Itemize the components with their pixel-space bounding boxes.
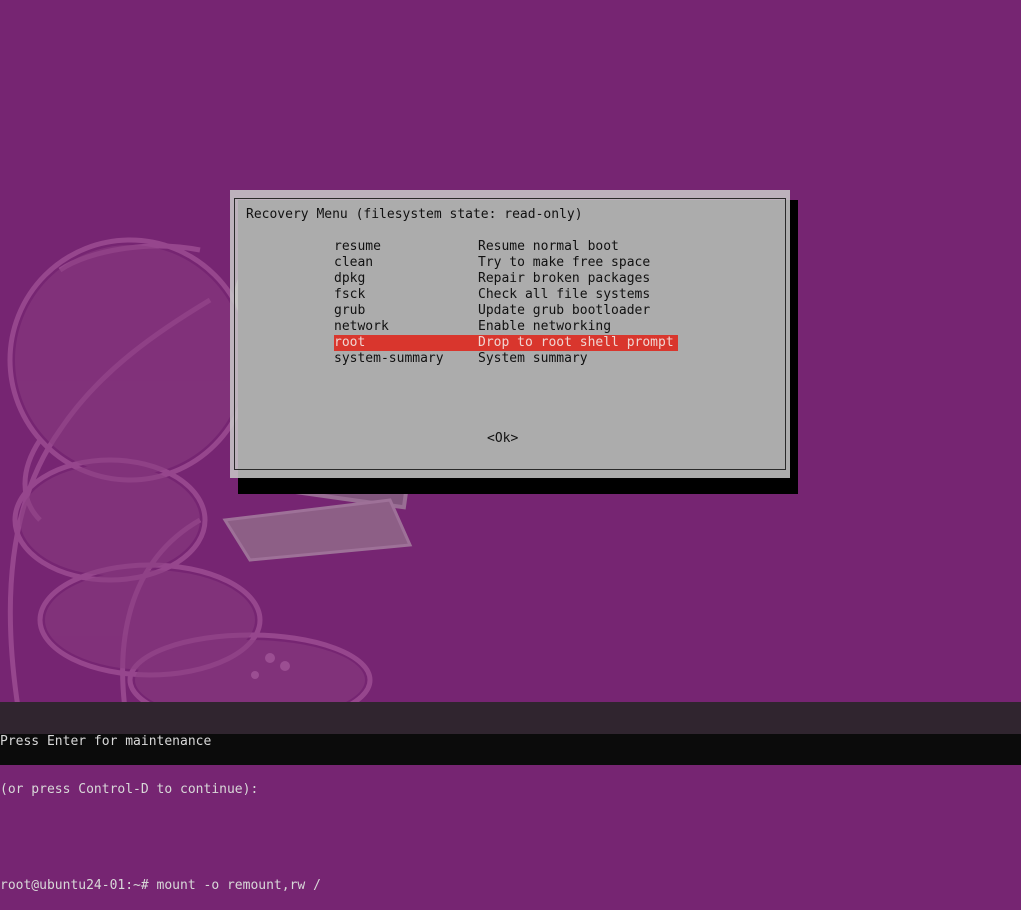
menu-item-clean[interactable]: clean Try to make free space [334,255,678,271]
menu-item-description: Check all file systems [478,287,651,302]
console-output: Press Enter for maintenance (or press Co… [0,702,321,910]
recovery-menu-dialog: Recovery Menu (filesystem state: read-on… [230,190,790,478]
menu-item-resume[interactable]: resume Resume normal boot [334,239,678,255]
menu-item-command: root [334,335,366,350]
console-line: Press Enter for maintenance [0,734,212,749]
menu-item-description: System summary [478,351,588,366]
menu-item-description: Try to make free space [478,255,651,270]
console-line: (or press Control-D to continue): [0,782,259,797]
console-prompt-line[interactable]: root@ubuntu24-01:~# mount -o remount,rw … [0,878,321,894]
menu-item-root[interactable]: root Drop to root shell prompt [334,335,678,351]
menu-item-command: fsck [334,287,366,302]
menu-item-dpkg[interactable]: dpkg Repair broken packages [334,271,678,287]
menu-item-command: grub [334,303,366,318]
menu-item-network[interactable]: network Enable networking [334,319,678,335]
dialog-title: Recovery Menu (filesystem state: read-on… [246,207,583,222]
menu-item-description: Repair broken packages [478,271,651,286]
ok-button[interactable]: <Ok> [487,431,518,447]
menu-item-description: Update grub bootloader [478,303,651,318]
menu-item-description: Drop to root shell prompt [478,335,674,350]
menu-item-fsck[interactable]: fsck Check all file systems [334,287,678,303]
menu-item-command: resume [334,239,381,254]
menu-item-description: Resume normal boot [478,239,619,254]
recovery-menu-list: resume Resume normal boot clean Try to m… [334,239,678,367]
menu-item-grub[interactable]: grub Update grub bootloader [334,303,678,319]
menu-item-command: dpkg [334,271,366,286]
menu-item-command: network [334,319,389,334]
menu-item-description: Enable networking [478,319,612,334]
menu-item-command: clean [334,255,374,270]
menu-item-system-summary[interactable]: system-summary System summary [334,351,678,367]
menu-item-command: system-summary [334,351,444,366]
